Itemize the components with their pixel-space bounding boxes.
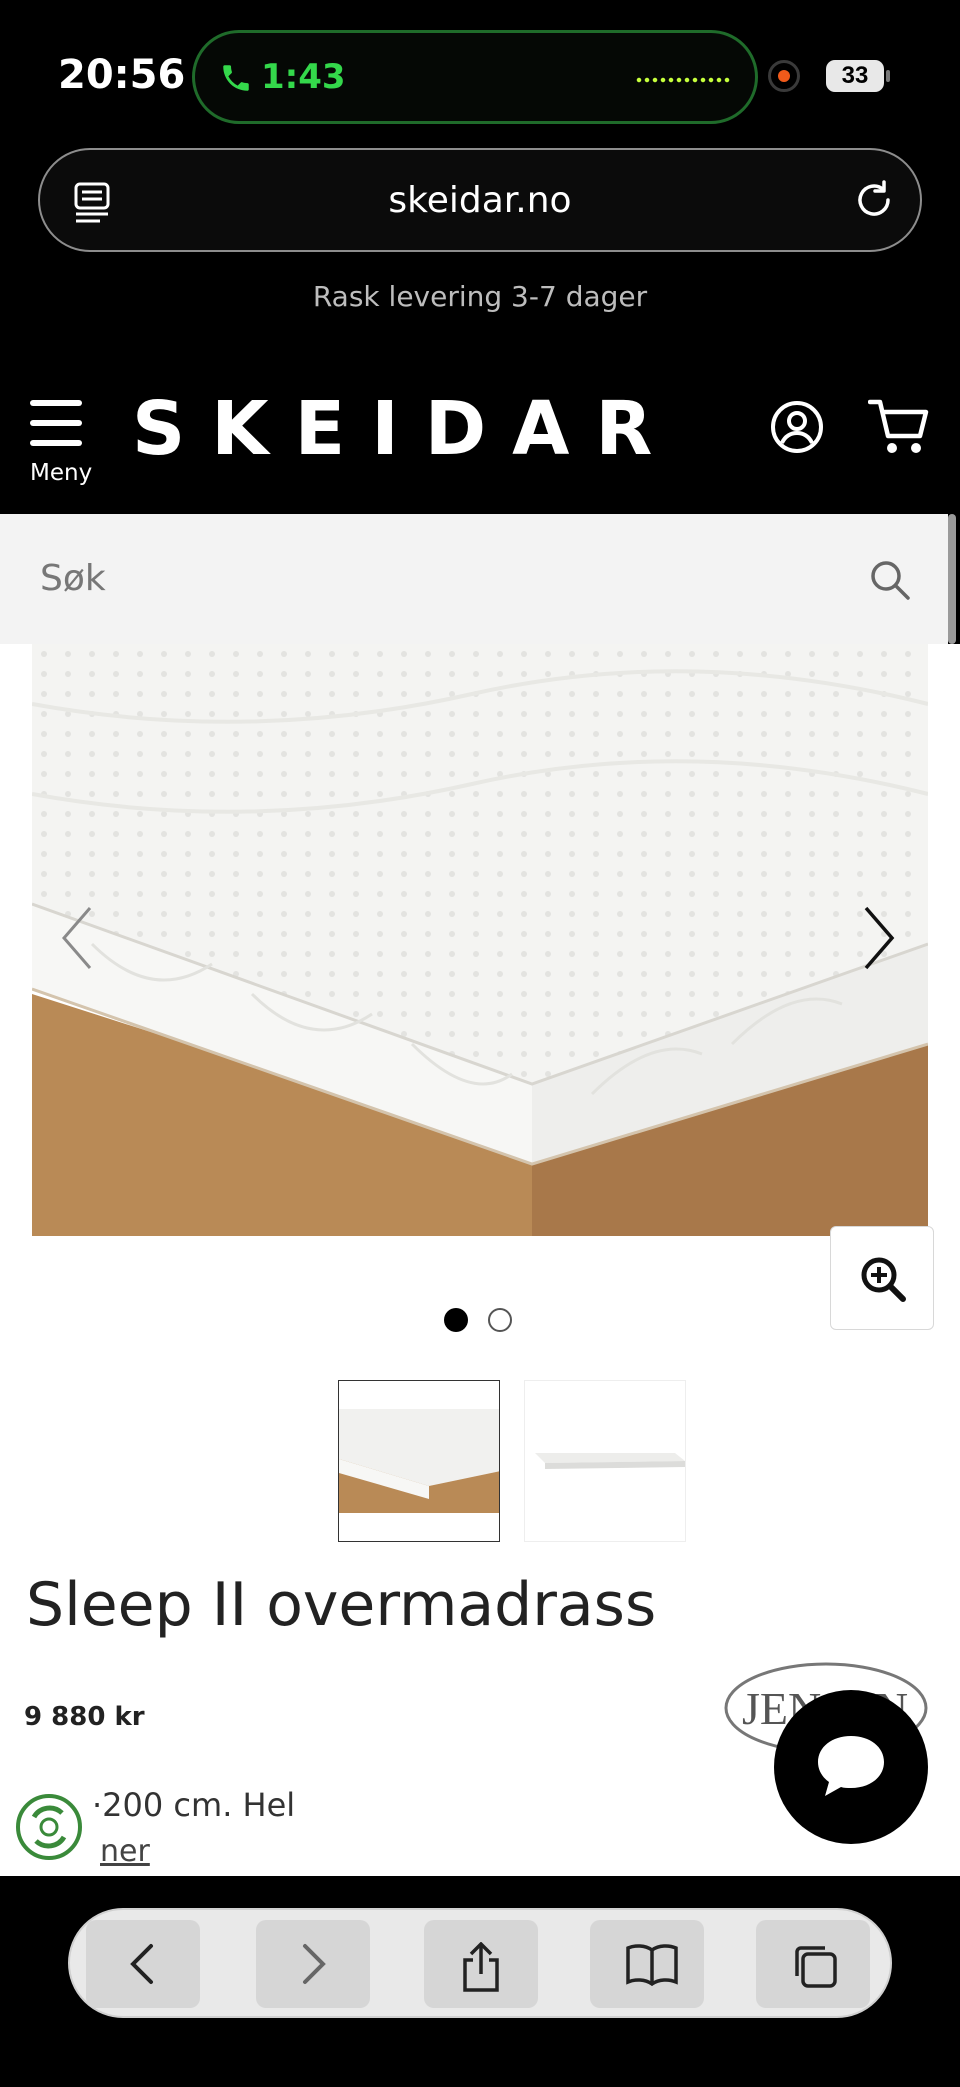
- search-input[interactable]: Søk: [0, 514, 948, 644]
- read-more-link[interactable]: ner: [100, 1834, 150, 1869]
- forward-button[interactable]: [256, 1920, 370, 2008]
- page-scrollbar[interactable]: [948, 514, 956, 644]
- battery-level: 33: [826, 60, 884, 92]
- product-price: 9 880 kr: [24, 1702, 145, 1732]
- back-button[interactable]: [86, 1920, 200, 2008]
- eco-badge-icon[interactable]: [14, 1792, 84, 1862]
- battery-cap: [886, 70, 890, 82]
- zoom-button[interactable]: [830, 1226, 934, 1330]
- menu-button[interactable]: Meny: [30, 400, 92, 490]
- search-placeholder: Søk: [40, 558, 106, 599]
- product-title: Sleep II overmadrass: [26, 1570, 657, 1640]
- url-text[interactable]: skeidar.no: [40, 180, 920, 221]
- promo-banner[interactable]: Rask levering 3-7 dager: [0, 280, 960, 313]
- menu-label: Meny: [30, 460, 93, 486]
- menu-icon: [30, 400, 82, 448]
- product-description: ·200 cm. Hel: [92, 1786, 296, 1824]
- thumbnail-image: [525, 1381, 685, 1541]
- zoom-in-icon: [861, 1257, 906, 1302]
- site-logo[interactable]: SKEIDAR: [132, 386, 678, 472]
- product-image[interactable]: [32, 644, 928, 1236]
- chevron-right-icon[interactable]: [848, 898, 908, 978]
- carousel-dot-1[interactable]: [444, 1308, 468, 1332]
- bookmarks-button[interactable]: [590, 1920, 704, 2008]
- phone-icon: [223, 65, 249, 91]
- audio-wave-icon: [635, 77, 731, 83]
- tabs-icon: [795, 1946, 837, 1988]
- recording-indicator-icon: [768, 60, 800, 92]
- product-page: Sleep II overmadrass 9 880 kr JENSEN ·20…: [0, 644, 960, 1876]
- carousel-dot-2[interactable]: [488, 1308, 512, 1332]
- chat-icon: [818, 1736, 884, 1796]
- bookmarks-icon: [626, 1944, 678, 1986]
- forward-icon: [303, 1944, 326, 1984]
- reload-icon[interactable]: [850, 176, 898, 224]
- status-time: 20:56: [58, 52, 186, 98]
- call-duration: 1:43: [261, 57, 346, 97]
- mattress-topper-illustration: [32, 644, 928, 1236]
- search-icon[interactable]: [868, 558, 912, 602]
- chevron-left-icon[interactable]: [48, 898, 108, 978]
- back-icon: [130, 1944, 153, 1984]
- toolbar-pill: [68, 1908, 892, 2018]
- chat-button[interactable]: [774, 1690, 928, 1844]
- carousel-dots: [444, 1308, 514, 1334]
- address-bar[interactable]: skeidar.no: [38, 148, 922, 252]
- tabs-button[interactable]: [756, 1920, 870, 2008]
- share-icon: [463, 1942, 499, 1992]
- browser-toolbar: [0, 1876, 960, 2087]
- status-bar: 20:56 1:43 33: [0, 0, 960, 150]
- active-call-pill[interactable]: 1:43: [192, 30, 758, 124]
- cart-icon[interactable]: [868, 398, 930, 456]
- share-button[interactable]: [424, 1920, 538, 2008]
- user-icon[interactable]: [770, 400, 824, 454]
- thumbnail-image: [339, 1381, 499, 1541]
- thumbnail-1[interactable]: [338, 1380, 500, 1542]
- thumbnail-2[interactable]: [524, 1380, 686, 1542]
